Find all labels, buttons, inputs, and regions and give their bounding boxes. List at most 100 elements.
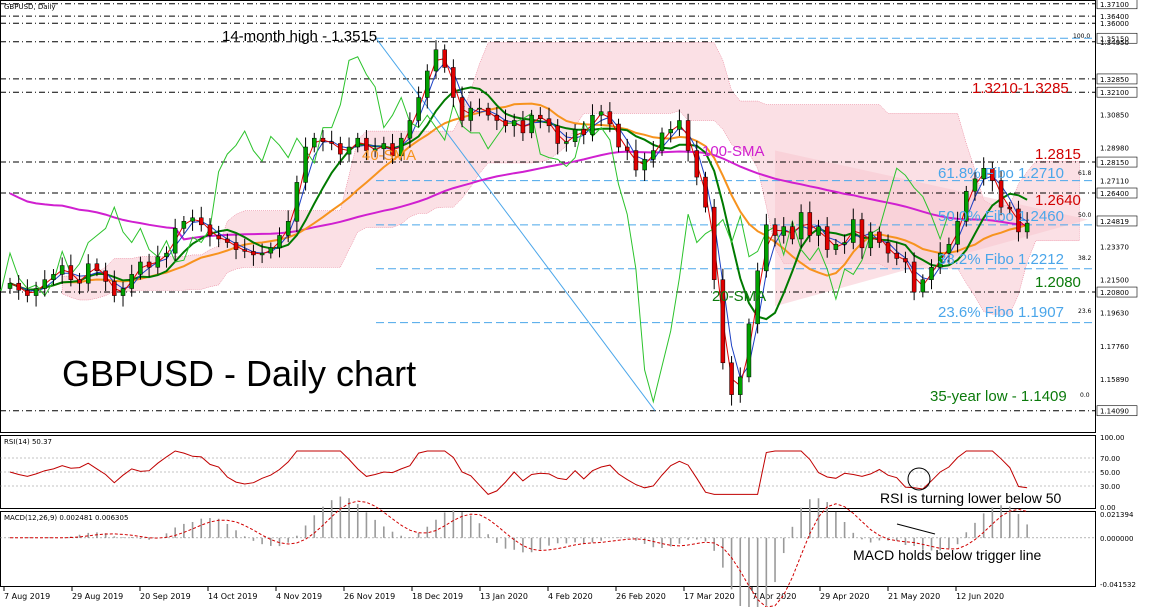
candle-body [564, 141, 569, 144]
candle-body [77, 279, 82, 284]
annotation-fibo-23-6: 23.6% Fibo 1.1907 [938, 304, 1064, 321]
annotation-35-year-low: 35-year low - 1.1409 [930, 388, 1067, 405]
x-tick-label: 26 Feb 2020 [616, 592, 666, 601]
candle-body [59, 265, 65, 275]
candle-body [346, 146, 352, 155]
candle-body [25, 290, 30, 296]
annotation-level-1-2640: 1.2640 [1035, 192, 1081, 209]
candle-body [555, 125, 560, 144]
candle-body [781, 226, 786, 236]
rsi-tick-label: 30.00 [1100, 483, 1120, 491]
x-tick-label: 7 Apr 2020 [752, 592, 796, 601]
candle-body [903, 258, 908, 263]
candle-body [764, 224, 769, 272]
candle-body [277, 235, 282, 249]
candle-body [146, 261, 152, 268]
candle-body [929, 267, 934, 280]
price-tick-label: 1.32100 [1100, 89, 1129, 97]
label-40-sma: 40-SMA [362, 147, 416, 164]
candle-body [772, 224, 778, 236]
candle-body [85, 263, 91, 284]
price-tick-label: 1.20800 [1100, 289, 1129, 297]
x-tick-label: 29 Apr 2020 [820, 592, 869, 601]
macd-tick-label: 0.000000 [1100, 535, 1133, 543]
candle-body [868, 231, 873, 249]
candle-body [442, 49, 447, 68]
rsi-highlight-circle [907, 467, 931, 491]
candle-body [607, 111, 613, 125]
candle-body [433, 49, 439, 72]
annotation-level-1-2080: 1.2080 [1035, 274, 1081, 291]
candle-body [164, 252, 169, 257]
x-tick-label: 13 Jan 2020 [480, 592, 528, 601]
candle-body [746, 323, 752, 378]
price-tick-label: 1.15890 [1100, 376, 1129, 384]
candle-body [590, 114, 595, 135]
price-tick-label: 1.19630 [1100, 310, 1129, 318]
fibo-0-tag: 0.0 [1080, 392, 1090, 399]
candle-body [824, 226, 830, 250]
candle-body [7, 282, 13, 289]
rsi-line [9, 450, 1028, 495]
x-tick-label: 17 Mar 2020 [684, 592, 735, 601]
candle-body [677, 120, 682, 130]
candle-body [659, 132, 665, 151]
candle-body [425, 70, 430, 98]
candle-body [703, 176, 708, 208]
candle-body [529, 114, 534, 134]
x-tick-label: 4 Feb 2020 [548, 592, 593, 601]
candle-body [329, 141, 334, 144]
candle-body [285, 221, 291, 236]
fibo-61-8-tag: 61.8 [1078, 170, 1092, 177]
candle-body [877, 231, 882, 243]
annotation-fibo-61-8: 61.8% Fibo 1.2710 [938, 165, 1064, 182]
macd-tick-label: -0.041532 [1100, 581, 1136, 589]
ichimoku-cloud-band [61, 42, 1080, 315]
price-tick-label: 1.24819 [1100, 218, 1129, 226]
fibo-38-2-tag: 38.2 [1078, 255, 1092, 262]
time-x-axis: 7 Aug 2019 29 Aug 2019 20 Sep 2019 14 Oct 2… [3, 587, 1004, 601]
candle-body [885, 242, 891, 254]
x-tick-label: 18 Dec 2019 [412, 592, 463, 601]
rsi-panel-header: RSI(14) 50.37 [4, 438, 52, 446]
candle-body [459, 97, 465, 121]
candle-body [416, 97, 421, 121]
price-tick-label: 1.28150 [1100, 159, 1129, 167]
candle-body [477, 107, 482, 110]
x-tick-label: 4 Nov 2019 [276, 592, 322, 601]
candle-body [16, 282, 21, 291]
candle-body [216, 235, 221, 240]
candle-body [251, 251, 256, 256]
macd-tick-label: 0.021394 [1100, 511, 1134, 519]
label-20-sma: 20-SMA [712, 288, 766, 305]
candle-body [894, 252, 899, 259]
price-tick-label: 1.14090 [1100, 408, 1129, 416]
x-tick-label: 14 Oct 2019 [208, 592, 257, 601]
candle-body [190, 217, 195, 222]
rsi-comment: RSI is turning lower below 50 [880, 490, 1062, 506]
candle-body [181, 221, 187, 229]
candle-body [494, 114, 500, 121]
candle-body [338, 143, 343, 155]
price-tick-label: 1.23370 [1100, 244, 1129, 252]
candle-body [33, 288, 39, 296]
candle-body [668, 129, 673, 134]
candle-body [633, 150, 639, 171]
price-tick-label: 1.28980 [1100, 144, 1129, 152]
x-tick-label: 26 Nov 2019 [344, 592, 395, 601]
price-panel-header: GBPUSD, Daily [4, 3, 56, 11]
macd-highlight-line [896, 523, 936, 535]
candle-body [798, 212, 804, 240]
candle-body [546, 118, 552, 127]
candle-body [320, 137, 326, 142]
candle-body [268, 247, 274, 254]
candle-body [225, 238, 230, 243]
rsi-tick-label: 50.00 [1100, 469, 1120, 477]
fibo-50-tag: 50.0 [1078, 212, 1092, 219]
candle-body [738, 376, 743, 395]
candle-body [581, 129, 587, 135]
candle-body [833, 244, 839, 250]
candle-body [511, 120, 517, 127]
candle-body [407, 120, 413, 139]
annotation-resistance-zone: 1.3210-1.3285 [972, 80, 1069, 97]
